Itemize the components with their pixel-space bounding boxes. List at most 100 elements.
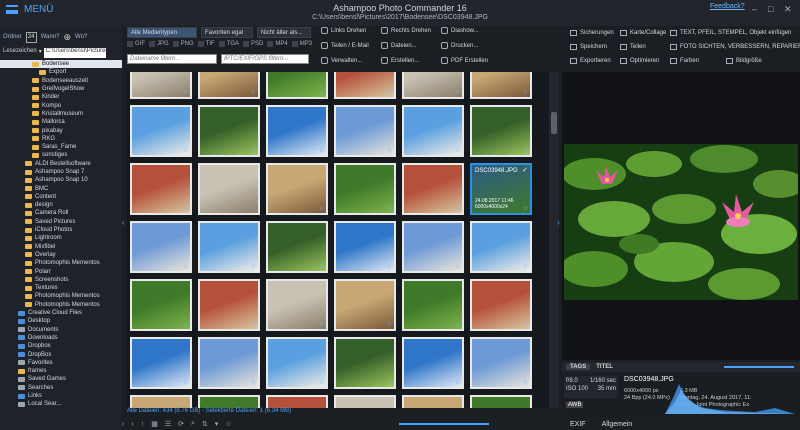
- action-button[interactable]: Erstellen...: [381, 57, 419, 64]
- favorite-star-icon[interactable]: ☆: [387, 263, 392, 270]
- tree-item[interactable]: Links: [0, 392, 122, 400]
- photo-thumbnail[interactable]: ☆: [334, 163, 396, 215]
- photo-thumbnail[interactable]: ☆: [470, 279, 532, 331]
- favorite-star-icon[interactable]: ☆: [523, 147, 528, 154]
- favorite-star-icon[interactable]: ☆: [319, 89, 324, 96]
- minimize-button[interactable]: –: [752, 4, 757, 14]
- favorite-star-icon[interactable]: ☆: [455, 147, 460, 154]
- tree-item[interactable]: Photomophis Mementos: [0, 292, 122, 300]
- filename-filter-input[interactable]: Dateiname filtern...: [127, 54, 217, 64]
- image-preview[interactable]: [564, 144, 798, 300]
- tab-exif[interactable]: EXIF: [570, 421, 586, 428]
- photo-thumbnail[interactable]: ☆: [266, 221, 328, 273]
- tree-item[interactable]: Dropbox: [0, 342, 122, 350]
- filetype-checkbox[interactable]: GIF: [127, 41, 145, 47]
- favorite-star-icon[interactable]: ☆: [387, 379, 392, 386]
- photo-thumbnail[interactable]: ☆: [266, 105, 328, 157]
- filetype-checkbox[interactable]: JPG: [149, 41, 169, 47]
- action-button[interactable]: Teilen / E-Mail: [321, 42, 369, 49]
- favorite-star-icon[interactable]: ☆: [387, 321, 392, 328]
- wann-tab[interactable]: Wann?: [41, 34, 60, 40]
- tree-item[interactable]: Favorites: [0, 359, 122, 367]
- photo-thumbnail[interactable]: ☆: [266, 72, 328, 99]
- favorite-star-icon[interactable]: ☆: [455, 263, 460, 270]
- tool-button[interactable]: Exportieren: [570, 58, 611, 64]
- list-view-icon[interactable]: ☰: [165, 420, 171, 428]
- refresh-icon[interactable]: ⟳: [178, 420, 184, 428]
- photo-thumbnail[interactable]: ☆: [266, 395, 328, 408]
- tree-item[interactable]: RKG: [0, 135, 122, 143]
- tree-item[interactable]: DropBox: [0, 350, 122, 358]
- tree-item[interactable]: Mixfibel: [0, 243, 122, 251]
- favorite-star-icon[interactable]: ☆: [319, 379, 324, 386]
- photo-thumbnail[interactable]: ☆: [402, 105, 464, 157]
- tool-button[interactable]: Speichern: [570, 44, 607, 50]
- tool-button[interactable]: TEXT, PFEIL, STEMPEL, Objekt einfügen: [670, 30, 791, 36]
- filetype-checkbox[interactable]: TIF: [197, 41, 215, 47]
- tree-item[interactable]: Downloads: [0, 334, 122, 342]
- action-button[interactable]: PDF Erstellen: [441, 57, 488, 64]
- media-type-dropdown[interactable]: Alle Medientypen: [127, 27, 197, 38]
- photo-thumbnail[interactable]: ☆: [402, 337, 464, 389]
- tree-item[interactable]: pixabay: [0, 126, 122, 134]
- tree-item[interactable]: frames: [0, 367, 122, 375]
- tool-button[interactable]: Karte/Collage: [620, 30, 666, 36]
- filetype-checkbox[interactable]: MP3: [291, 41, 312, 47]
- favorites-dropdown[interactable]: Favoriten egal: [201, 27, 253, 38]
- photo-thumbnail[interactable]: ☆: [470, 221, 532, 273]
- photo-thumbnail[interactable]: ☆: [198, 163, 260, 215]
- tool-button[interactable]: Teilen: [620, 44, 646, 50]
- photo-thumbnail[interactable]: ☆: [402, 163, 464, 215]
- favorite-star-icon[interactable]: ☆: [455, 379, 460, 386]
- tree-item[interactable]: Photomophis Mementos: [0, 259, 122, 267]
- check-icon[interactable]: ✓: [522, 166, 528, 174]
- photo-thumbnail[interactable]: ☆: [130, 72, 192, 99]
- photo-thumbnail[interactable]: ☆: [130, 163, 192, 215]
- path-field[interactable]: C:\Users\bensl\Pictures\: [43, 48, 106, 58]
- tree-item[interactable]: Ashampoo Snap 10: [0, 176, 122, 184]
- photo-thumbnail[interactable]: ☆: [470, 337, 532, 389]
- forward-icon[interactable]: ›: [131, 421, 133, 428]
- tree-item[interactable]: Lightroom: [0, 234, 122, 242]
- photo-thumbnail[interactable]: ☆: [130, 221, 192, 273]
- tool-button[interactable]: FOTO SICHTEN, VERBESSERN, REPARIER: [670, 44, 800, 50]
- photo-thumbnail[interactable]: ☆: [334, 279, 396, 331]
- photo-thumbnail[interactable]: ☆: [198, 105, 260, 157]
- photo-thumbnail[interactable]: ☆: [198, 279, 260, 331]
- feedback-link[interactable]: Feedback?: [710, 3, 745, 10]
- favorite-star-icon[interactable]: ☆: [523, 263, 528, 270]
- wo-tab[interactable]: Wo?: [75, 34, 87, 40]
- tree-item[interactable]: Kristallmuseum: [0, 110, 122, 118]
- tool-button[interactable]: Farben: [670, 58, 699, 64]
- sort-icon[interactable]: ⇅: [202, 420, 208, 428]
- tree-item[interactable]: Creative Cloud Files: [0, 309, 122, 317]
- photo-thumbnail[interactable]: ☆: [266, 163, 328, 215]
- filetype-checkbox[interactable]: MP4: [267, 41, 288, 47]
- tab-tags[interactable]: TAGS: [566, 364, 591, 370]
- tool-button[interactable]: Bildgröße: [726, 58, 762, 64]
- tree-item[interactable]: Textures: [0, 284, 122, 292]
- tree-item[interactable]: Kinder: [0, 93, 122, 101]
- tree-item[interactable]: Desktop: [0, 317, 122, 325]
- zoom-slider[interactable]: [398, 423, 489, 425]
- tree-item[interactable]: Content: [0, 193, 122, 201]
- favorite-star-icon[interactable]: ☆: [387, 147, 392, 154]
- tree-item[interactable]: BMC: [0, 184, 122, 192]
- tree-item[interactable]: ALDI Bestellsoftware: [0, 160, 122, 168]
- photo-thumbnail[interactable]: ☆: [402, 395, 464, 408]
- menu-button[interactable]: MENÜ: [6, 4, 53, 15]
- tree-item[interactable]: Saras_Fame: [0, 143, 122, 151]
- metadata-filter-input[interactable]: IPTC/EXIF/GPS filtern...: [221, 54, 309, 64]
- favorite-star-icon[interactable]: ☆: [387, 89, 392, 96]
- photo-thumbnail[interactable]: ☆: [402, 279, 464, 331]
- tree-item[interactable]: Bodensee: [0, 60, 122, 69]
- filter-icon[interactable]: ▾: [215, 420, 219, 428]
- action-button[interactable]: Verwalten...: [321, 57, 362, 64]
- photo-thumbnail[interactable]: ☆: [198, 395, 260, 408]
- globe-icon[interactable]: ⊕: [63, 32, 71, 43]
- tree-item[interactable]: GreifvogelShow: [0, 85, 122, 93]
- tree-item[interactable]: Local Sear...: [0, 400, 122, 408]
- favorite-star-icon[interactable]: ☆: [455, 321, 460, 328]
- favorite-star-icon[interactable]: ☆: [251, 147, 256, 154]
- maximize-button[interactable]: □: [768, 4, 773, 14]
